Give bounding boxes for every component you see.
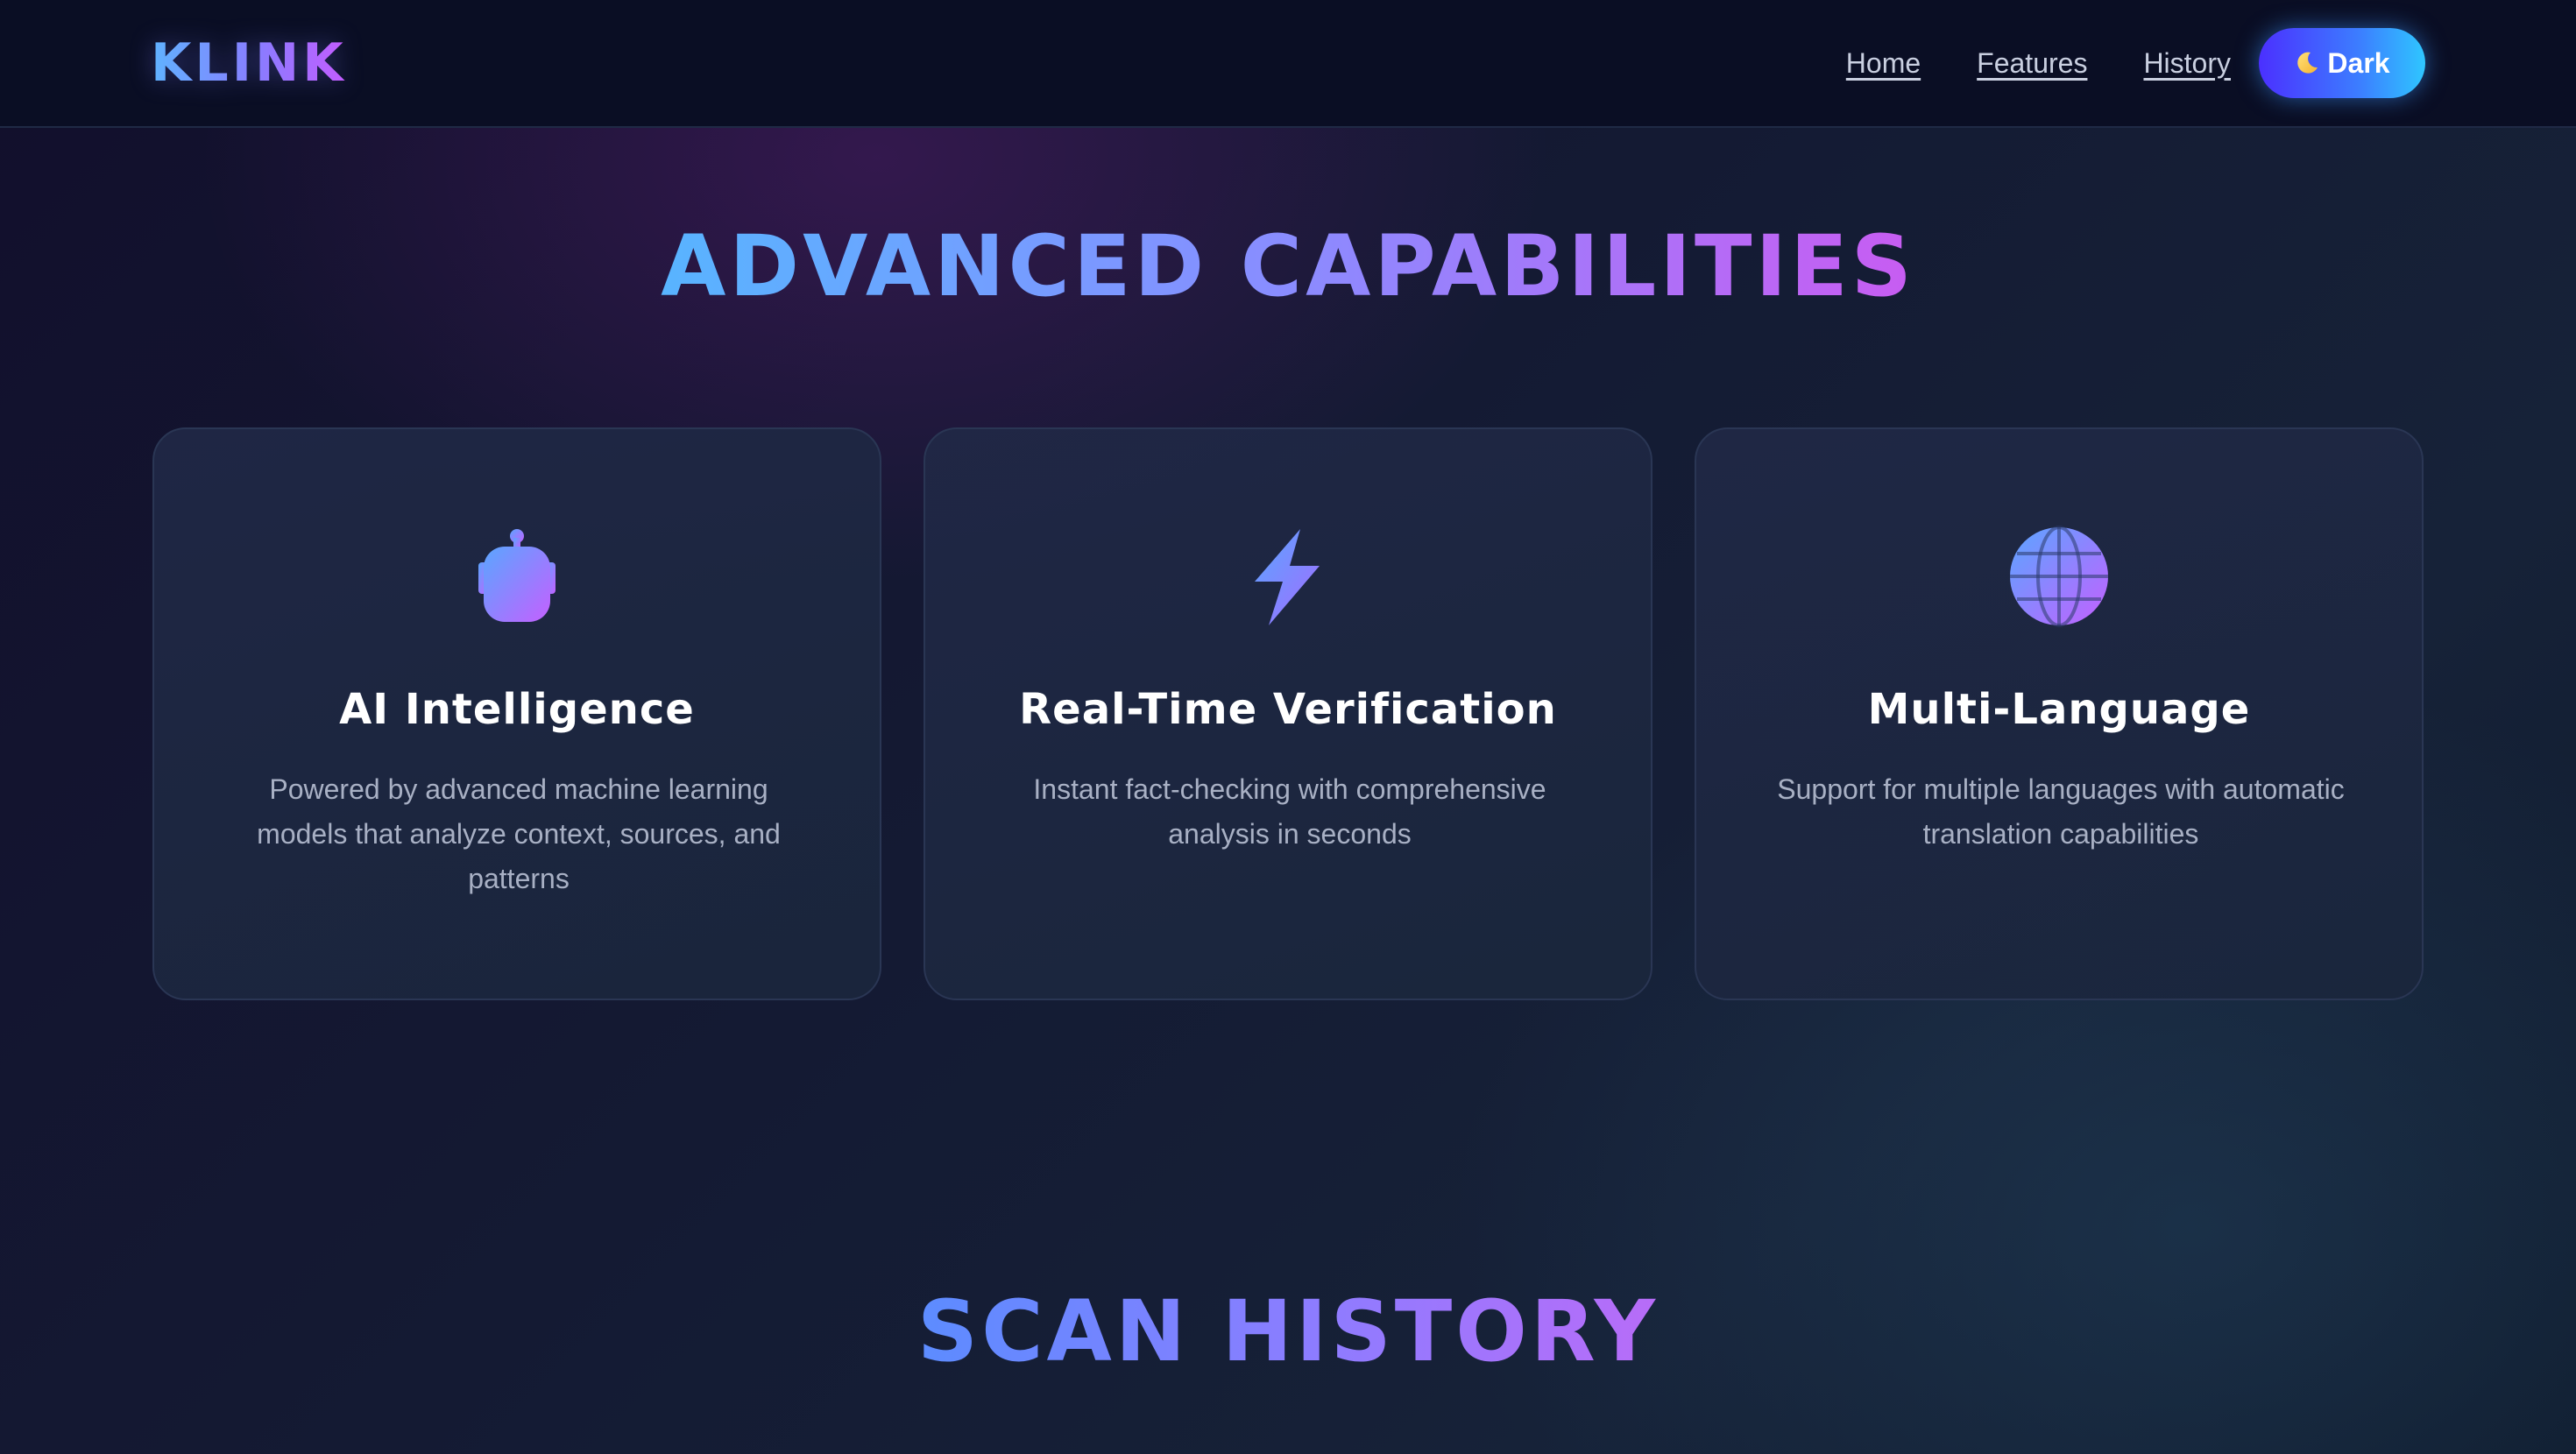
- robot-icon: [464, 524, 570, 629]
- theme-toggle-label: Dark: [2327, 46, 2390, 79]
- moon-icon: [2294, 50, 2320, 76]
- lightning-icon: [1235, 524, 1341, 629]
- card-title: AI Intelligence: [339, 685, 695, 734]
- history-section-title: SCAN HISTORY: [0, 1279, 2576, 1384]
- top-navigation-bar: KLINK Home Features History Dark: [0, 0, 2576, 128]
- feature-card-real-time-verification: Real-Time Verification Instant fact-chec…: [924, 427, 1652, 1000]
- nav-link-history[interactable]: History: [2143, 47, 2231, 80]
- theme-toggle-button[interactable]: Dark: [2259, 28, 2425, 98]
- card-title: Multi-Language: [1867, 685, 2251, 734]
- main-nav: Home Features History Dark: [1846, 28, 2425, 98]
- brand-logo[interactable]: KLINK: [151, 32, 347, 95]
- card-description: Powered by advanced machine learning mod…: [257, 773, 781, 894]
- capabilities-title-text: ADVANCED CAPABILITIES: [661, 217, 1915, 315]
- card-description: Instant fact-checking with comprehensive…: [1033, 773, 1546, 850]
- nav-link-home[interactable]: Home: [1846, 47, 1921, 80]
- nav-link-features[interactable]: Features: [1977, 47, 2087, 80]
- feature-card-ai-intelligence: AI Intelligence Powered by advanced mach…: [152, 427, 881, 1000]
- globe-icon: [2006, 524, 2112, 629]
- card-description: Support for multiple languages with auto…: [1777, 773, 2345, 850]
- card-title: Real-Time Verification: [1019, 685, 1557, 734]
- feature-card-multi-language: Multi-Language Support for multiple lang…: [1695, 427, 2424, 1000]
- capabilities-section-title: ADVANCED CAPABILITIES: [0, 214, 2576, 319]
- history-title-text: SCAN HISTORY: [916, 1282, 1660, 1380]
